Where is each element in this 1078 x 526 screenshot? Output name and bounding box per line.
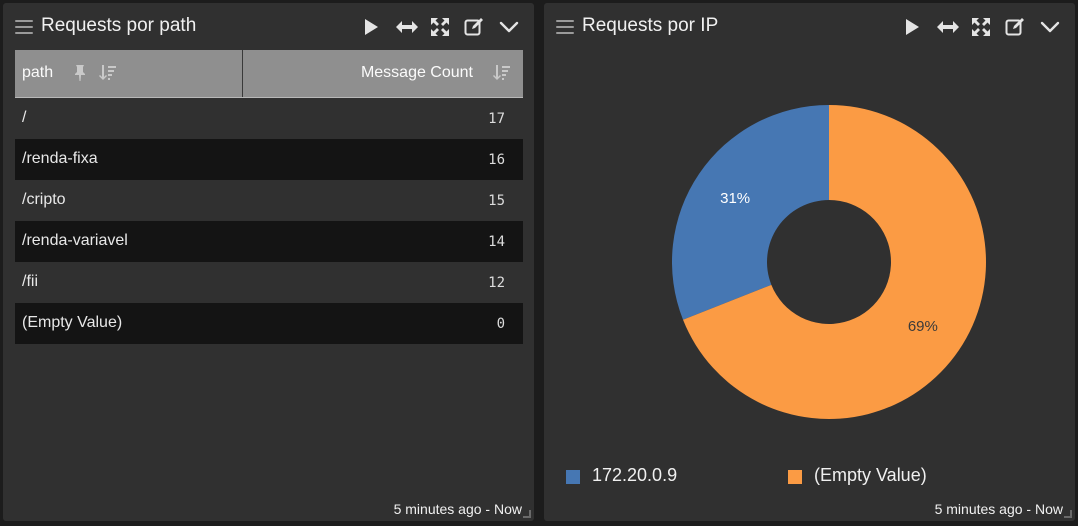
fullscreen-icon[interactable]: [971, 17, 991, 37]
requests-por-path-panel: Requests por path path Message Count / 1…: [3, 3, 534, 521]
sort-icon[interactable]: [493, 64, 511, 82]
legend-label: 172.20.0.9: [592, 465, 678, 485]
resize-handle[interactable]: [523, 510, 531, 518]
panel-title: Requests por path: [41, 15, 197, 36]
pin-icon[interactable]: [71, 64, 89, 82]
legend-label: (Empty Value): [814, 465, 927, 485]
table-row[interactable]: /renda-variavel 14: [15, 221, 523, 262]
chevron-down-icon[interactable]: [1040, 17, 1060, 37]
resize-handle[interactable]: [1064, 510, 1072, 518]
table-row[interactable]: (Empty Value) 0: [15, 303, 523, 344]
count-cell: 14: [488, 234, 505, 250]
count-cell: 12: [488, 275, 505, 291]
edit-icon[interactable]: [464, 17, 484, 37]
table-row[interactable]: /cripto 15: [15, 180, 523, 221]
column-label-path: path: [22, 64, 54, 81]
chevron-down-icon[interactable]: [499, 17, 519, 37]
legend-swatch: [788, 470, 802, 484]
column-header-path[interactable]: path: [15, 50, 243, 97]
path-cell: /fii: [22, 273, 38, 290]
panel-header: Requests por IP: [544, 3, 1075, 51]
expand-horizontal-icon[interactable]: [395, 17, 419, 37]
slice-label: 69%: [908, 318, 938, 335]
play-icon[interactable]: [361, 17, 381, 37]
table-header: path Message Count: [15, 50, 523, 98]
pie-slice[interactable]: [672, 105, 829, 320]
path-cell: /renda-variavel: [22, 232, 128, 249]
menu-icon[interactable]: [556, 20, 574, 36]
menu-icon[interactable]: [15, 20, 33, 36]
count-cell: 17: [488, 111, 505, 127]
chart-legend: 172.20.0.9 (Empty Value): [566, 465, 1075, 489]
panel-header: Requests por path: [3, 3, 534, 51]
path-cell: (Empty Value): [22, 314, 123, 331]
expand-horizontal-icon[interactable]: [936, 17, 960, 37]
time-range-label[interactable]: 5 minutes ago - Now: [394, 501, 522, 517]
slice-label: 31%: [720, 190, 750, 207]
path-cell: /renda-fixa: [22, 150, 98, 167]
requests-por-ip-panel: Requests por IP 31% 69% 172.20.0.9 (Empty…: [544, 3, 1075, 521]
table-row[interactable]: / 17: [15, 98, 523, 139]
donut-chart: 31% 69%: [672, 105, 986, 420]
path-cell: /: [22, 109, 27, 126]
path-cell: /cripto: [22, 191, 66, 208]
table-row[interactable]: /fii 12: [15, 262, 523, 303]
count-cell: 16: [488, 152, 505, 168]
legend-swatch: [566, 470, 580, 484]
fullscreen-icon[interactable]: [430, 17, 450, 37]
time-range-label[interactable]: 5 minutes ago - Now: [935, 501, 1063, 517]
path-table: path Message Count / 17 /renda-fixa 16 /…: [15, 50, 523, 344]
edit-icon[interactable]: [1005, 17, 1025, 37]
count-cell: 0: [496, 316, 505, 332]
panel-title: Requests por IP: [582, 15, 719, 36]
table-row[interactable]: /renda-fixa 16: [15, 139, 523, 180]
count-cell: 15: [488, 193, 505, 209]
sort-icon[interactable]: [99, 64, 117, 82]
column-label-message-count[interactable]: Message Count: [361, 64, 473, 82]
play-icon[interactable]: [902, 17, 922, 37]
